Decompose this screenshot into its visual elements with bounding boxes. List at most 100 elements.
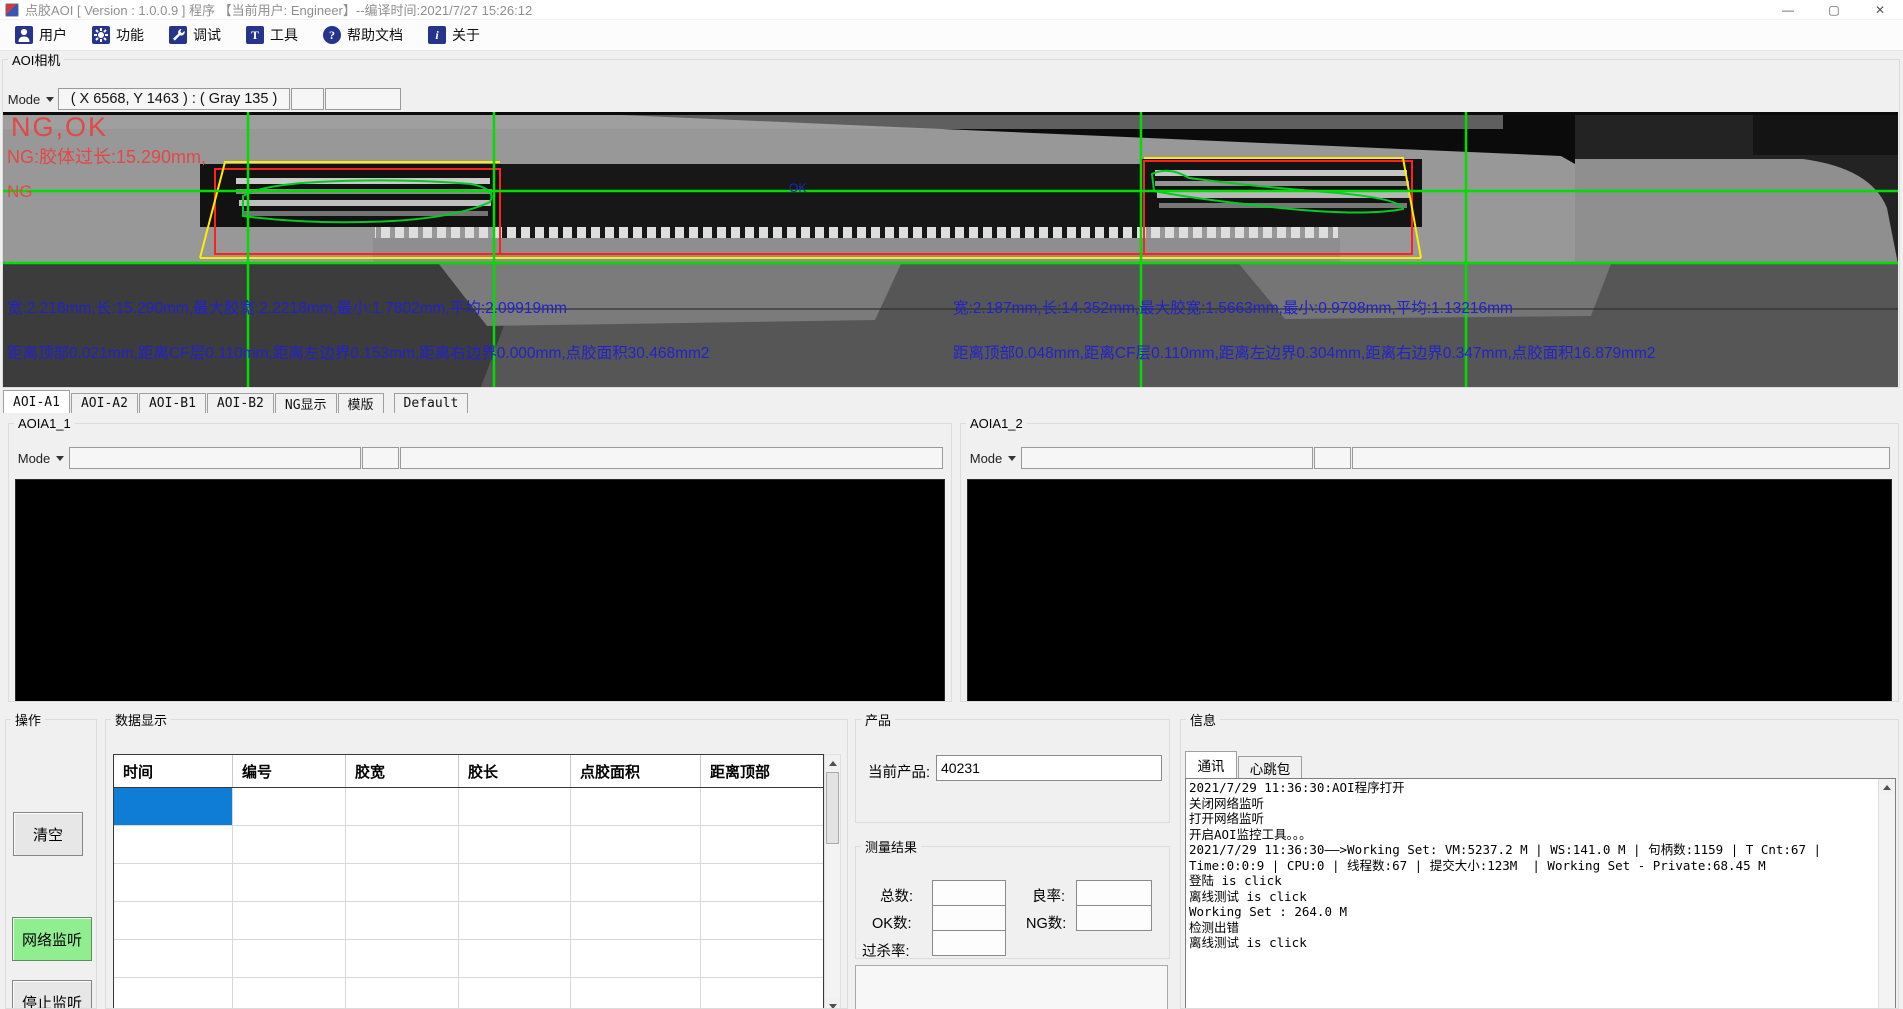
communication-log[interactable]: 2021/7/29 11:36:30:AOI程序打开 关闭网络监听 打开网络监听… xyxy=(1185,778,1896,1009)
panel-left-mode-dropdown[interactable]: Mode xyxy=(15,447,67,469)
tab-aoi-a1[interactable]: AOI-A1 xyxy=(3,390,70,413)
tab-heartbeat[interactable]: 心跳包 xyxy=(1238,756,1302,778)
maximize-button[interactable]: ▢ xyxy=(1811,0,1857,19)
menu-function[interactable]: 功能 xyxy=(84,22,152,48)
menu-about[interactable]: i 关于 xyxy=(420,22,488,48)
tab-aoi-b1[interactable]: AOI-B1 xyxy=(139,393,206,413)
table-cell[interactable] xyxy=(114,864,233,901)
table-cell[interactable] xyxy=(233,978,346,1009)
table-row[interactable] xyxy=(114,902,823,940)
table-cell[interactable] xyxy=(571,826,701,863)
camera-toolbox-field-1 xyxy=(291,88,324,110)
tab-comm[interactable]: 通讯 xyxy=(1185,751,1237,778)
table-cell[interactable] xyxy=(114,978,233,1009)
table-row[interactable] xyxy=(114,864,823,902)
clear-button[interactable]: 清空 xyxy=(13,812,83,856)
scrollbar-thumb[interactable] xyxy=(826,772,839,844)
camera-image-view[interactable]: NG,OK NG:胶体过长:15.290mm, NG OK 宽:2.218mm,… xyxy=(3,112,1898,388)
table-cell[interactable] xyxy=(571,902,701,939)
data-table[interactable]: 时间 编号 胶宽 胶长 点胶面积 距离顶部 xyxy=(113,754,824,1009)
table-cell[interactable] xyxy=(701,902,823,939)
table-cell[interactable] xyxy=(346,902,459,939)
right-connector xyxy=(1142,159,1422,227)
table-cell[interactable] xyxy=(459,826,571,863)
log-vertical-scrollbar[interactable] xyxy=(1878,779,1895,1009)
table-cell[interactable] xyxy=(346,864,459,901)
ok-count-field[interactable] xyxy=(932,905,1006,931)
table-cell[interactable] xyxy=(233,864,346,901)
table-cell[interactable] xyxy=(233,902,346,939)
table-cell-selected[interactable] xyxy=(114,788,233,825)
scroll-up-button[interactable] xyxy=(1879,779,1895,795)
minimize-button[interactable]: — xyxy=(1765,0,1811,19)
panel-aoia1-2: AOIA1_2 Mode xyxy=(960,416,1899,702)
column-header-glue-area[interactable]: 点胶面积 xyxy=(571,755,701,787)
table-cell[interactable] xyxy=(571,940,701,977)
network-listen-button[interactable]: 网络监听 xyxy=(12,917,92,961)
camera-mode-dropdown[interactable]: Mode xyxy=(6,88,56,110)
table-row[interactable] xyxy=(114,978,823,1009)
tab-ng-display[interactable]: NG显示 xyxy=(275,393,337,413)
menu-help[interactable]: ? 帮助文档 xyxy=(315,22,411,48)
column-header-distance-top[interactable]: 距离顶部 xyxy=(701,755,823,787)
tab-template[interactable]: 模版 xyxy=(338,393,384,413)
column-header-time[interactable]: 时间 xyxy=(114,755,233,787)
table-cell[interactable] xyxy=(459,788,571,825)
total-count-field[interactable] xyxy=(932,880,1006,906)
table-cell[interactable] xyxy=(459,864,571,901)
menu-debug[interactable]: 调试 xyxy=(161,22,229,48)
table-cell[interactable] xyxy=(114,902,233,939)
panel-right-image-view[interactable] xyxy=(967,479,1892,702)
column-header-glue-length[interactable]: 胶长 xyxy=(459,755,571,787)
tab-default[interactable]: Default xyxy=(394,393,469,413)
table-cell[interactable] xyxy=(459,978,571,1009)
scroll-up-button[interactable] xyxy=(825,755,840,771)
menu-help-label: 帮助文档 xyxy=(347,25,403,45)
ng-count-field[interactable] xyxy=(1076,905,1152,931)
menu-tools[interactable]: T 工具 xyxy=(238,22,306,48)
table-cell[interactable] xyxy=(701,826,823,863)
tool-t-glyph: T xyxy=(251,29,259,41)
tab-aoi-a2[interactable]: AOI-A2 xyxy=(71,393,138,413)
table-cell[interactable] xyxy=(459,902,571,939)
column-header-glue-width[interactable]: 胶宽 xyxy=(346,755,459,787)
table-cell[interactable] xyxy=(701,864,823,901)
panel-left-mode-label: Mode xyxy=(18,451,51,466)
table-cell[interactable] xyxy=(346,788,459,825)
yield-rate-label: 良率: xyxy=(1032,885,1065,906)
table-cell[interactable] xyxy=(233,788,346,825)
table-cell[interactable] xyxy=(701,978,823,1009)
table-cell[interactable] xyxy=(346,940,459,977)
close-button[interactable]: ✕ xyxy=(1857,0,1903,19)
panel-left-image-view[interactable] xyxy=(15,479,945,702)
scroll-down-button[interactable] xyxy=(825,998,840,1009)
about-glyph: i xyxy=(435,29,438,41)
column-header-id[interactable]: 编号 xyxy=(233,755,346,787)
table-cell[interactable] xyxy=(114,940,233,977)
table-cell[interactable] xyxy=(233,940,346,977)
stop-listen-button[interactable]: 停止监听 xyxy=(12,980,92,1009)
table-cell[interactable] xyxy=(459,940,571,977)
table-cell[interactable] xyxy=(233,826,346,863)
tab-aoi-b2[interactable]: AOI-B2 xyxy=(207,393,274,413)
current-product-input[interactable] xyxy=(936,755,1162,781)
table-cell[interactable] xyxy=(346,826,459,863)
table-cell[interactable] xyxy=(571,864,701,901)
overkill-rate-field[interactable] xyxy=(932,930,1006,956)
menu-user[interactable]: 用户 xyxy=(7,22,75,48)
table-row[interactable] xyxy=(114,940,823,978)
table-cell[interactable] xyxy=(346,978,459,1009)
table-cell[interactable] xyxy=(571,978,701,1009)
yield-rate-field[interactable] xyxy=(1076,880,1152,906)
panel-right-mode-dropdown[interactable]: Mode xyxy=(967,447,1019,469)
overlay-left-measure-2: 距离顶部0.021mm,距离CF层0.110mm,距离左边界0.153mm,距离… xyxy=(7,346,710,362)
camera-group-label: AOI相机 xyxy=(8,50,64,69)
table-cell[interactable] xyxy=(571,788,701,825)
table-row[interactable] xyxy=(114,788,823,826)
table-cell[interactable] xyxy=(701,788,823,825)
table-cell[interactable] xyxy=(114,826,233,863)
title-bar: 点胶AOI [ Version : 1.0.0.9 ] 程序 【当前用户: En… xyxy=(0,0,1903,20)
table-cell[interactable] xyxy=(701,940,823,977)
table-row[interactable] xyxy=(114,826,823,864)
table-vertical-scrollbar[interactable] xyxy=(824,754,841,1009)
